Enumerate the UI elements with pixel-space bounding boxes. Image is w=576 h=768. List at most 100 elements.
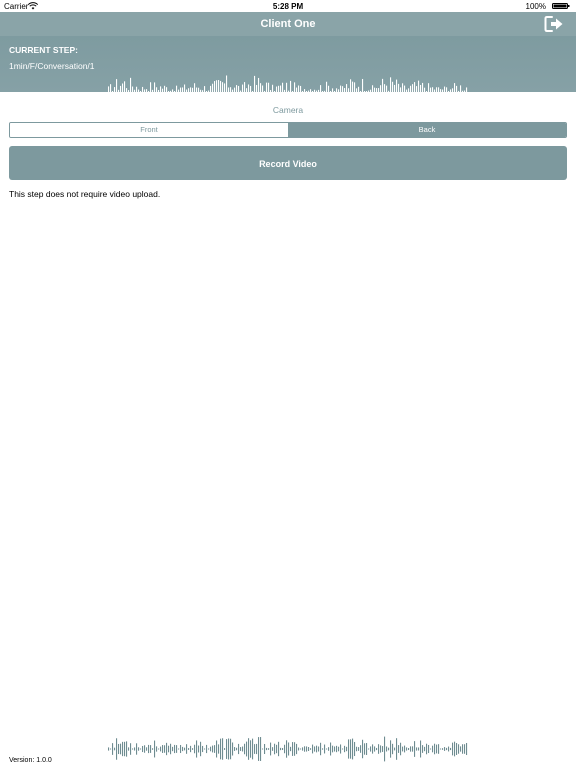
upload-info-text: This step does not require video upload. — [9, 189, 161, 199]
waveform-bar — [342, 86, 344, 92]
waveform-bar — [192, 87, 194, 92]
waveform-bar — [284, 744, 286, 754]
waveform-bar — [360, 745, 362, 753]
waveform-bar — [318, 746, 320, 752]
waveform-bar — [320, 742, 322, 756]
waveform-bar — [194, 83, 196, 92]
waveform-bar — [220, 80, 222, 92]
waveform-bar — [224, 83, 226, 92]
waveform-bar — [450, 747, 452, 751]
waveform-bar — [286, 82, 288, 92]
waveform-bar — [178, 748, 180, 750]
waveform-bar — [254, 75, 256, 92]
waveform-bar — [282, 747, 284, 751]
waveform-bar — [288, 742, 290, 756]
waveform-bar — [466, 742, 468, 756]
waveform-bottom — [108, 736, 468, 762]
camera-back-option[interactable]: Back — [288, 123, 566, 137]
waveform-bar — [350, 79, 352, 92]
waveform-bar — [252, 91, 254, 92]
waveform-bar — [126, 741, 128, 757]
waveform-bar — [172, 89, 174, 92]
record-video-button[interactable]: Record Video — [9, 146, 567, 180]
waveform-bar — [426, 91, 428, 92]
waveform-bar — [402, 746, 404, 752]
waveform-bar — [420, 740, 422, 758]
waveform-bar — [324, 744, 326, 754]
waveform-bar — [308, 90, 310, 92]
waveform-bar — [302, 91, 304, 92]
waveform-bar — [364, 91, 366, 92]
waveform-bar — [348, 88, 350, 92]
waveform-bar — [434, 743, 436, 755]
waveform-bar — [130, 77, 132, 92]
waveform-bar — [438, 744, 440, 754]
waveform-bar — [422, 745, 424, 753]
waveform-bar — [158, 748, 160, 750]
waveform-bar — [354, 741, 356, 757]
waveform-bar — [118, 89, 120, 92]
waveform-bar — [170, 743, 172, 755]
waveform-bar — [118, 743, 120, 755]
waveform-bar — [222, 738, 224, 760]
waveform-bar — [392, 81, 394, 92]
waveform-bar — [318, 89, 320, 92]
waveform-bar — [150, 82, 152, 92]
waveform-bar — [136, 743, 138, 755]
waveform-bar — [224, 748, 226, 750]
camera-front-option[interactable]: Front — [10, 123, 288, 137]
waveform-bar — [374, 746, 376, 752]
waveform-bar — [358, 86, 360, 92]
waveform-bar — [176, 745, 178, 753]
waveform-bar — [378, 88, 380, 92]
waveform-bar — [260, 83, 262, 92]
waveform-bar — [394, 84, 396, 92]
waveform-bar — [246, 88, 248, 92]
waveform-bar — [418, 80, 420, 92]
waveform-bar — [458, 90, 460, 92]
waveform-bar — [352, 81, 354, 92]
waveform-bar — [208, 90, 210, 92]
waveform-bar — [464, 744, 466, 754]
waveform-bar — [136, 86, 138, 92]
waveform-bar — [356, 88, 358, 92]
waveform-bar — [370, 89, 372, 92]
battery-icon — [552, 3, 570, 9]
waveform-bar — [354, 82, 356, 92]
waveform-bar — [382, 78, 384, 92]
waveform-bar — [248, 738, 250, 760]
waveform-bar — [216, 740, 218, 758]
waveform-bar — [458, 744, 460, 754]
waveform-bar — [340, 85, 342, 92]
waveform-bar — [442, 748, 444, 750]
waveform-bar — [254, 744, 256, 754]
waveform-bar — [272, 84, 274, 92]
waveform-bar — [296, 87, 298, 92]
waveform-bar — [380, 745, 382, 753]
waveform-bar — [170, 90, 172, 92]
waveform-bar — [398, 745, 400, 753]
waveform-bar — [462, 90, 464, 92]
waveform-bar — [302, 747, 304, 751]
waveform-bar — [398, 83, 400, 92]
waveform-bar — [400, 742, 402, 756]
waveform-bar — [160, 86, 162, 92]
waveform-bar — [432, 87, 434, 92]
waveform-bar — [366, 91, 368, 92]
waveform-bar — [276, 744, 278, 754]
clock: 5:28 PM — [272, 2, 304, 11]
waveform-bar — [250, 85, 252, 92]
waveform-bar — [308, 747, 310, 751]
waveform-bar — [134, 747, 136, 751]
waveform-bar — [276, 86, 278, 92]
waveform-bar — [442, 89, 444, 92]
waveform-bar — [406, 89, 408, 92]
waveform-bar — [388, 90, 390, 92]
waveform-bar — [132, 86, 134, 92]
waveform-bar — [448, 91, 450, 92]
waveform-bar — [180, 744, 182, 754]
waveform-bar — [324, 90, 326, 92]
waveform-bar — [312, 91, 314, 92]
waveform-bar — [268, 82, 270, 92]
logout-icon[interactable] — [544, 15, 564, 33]
